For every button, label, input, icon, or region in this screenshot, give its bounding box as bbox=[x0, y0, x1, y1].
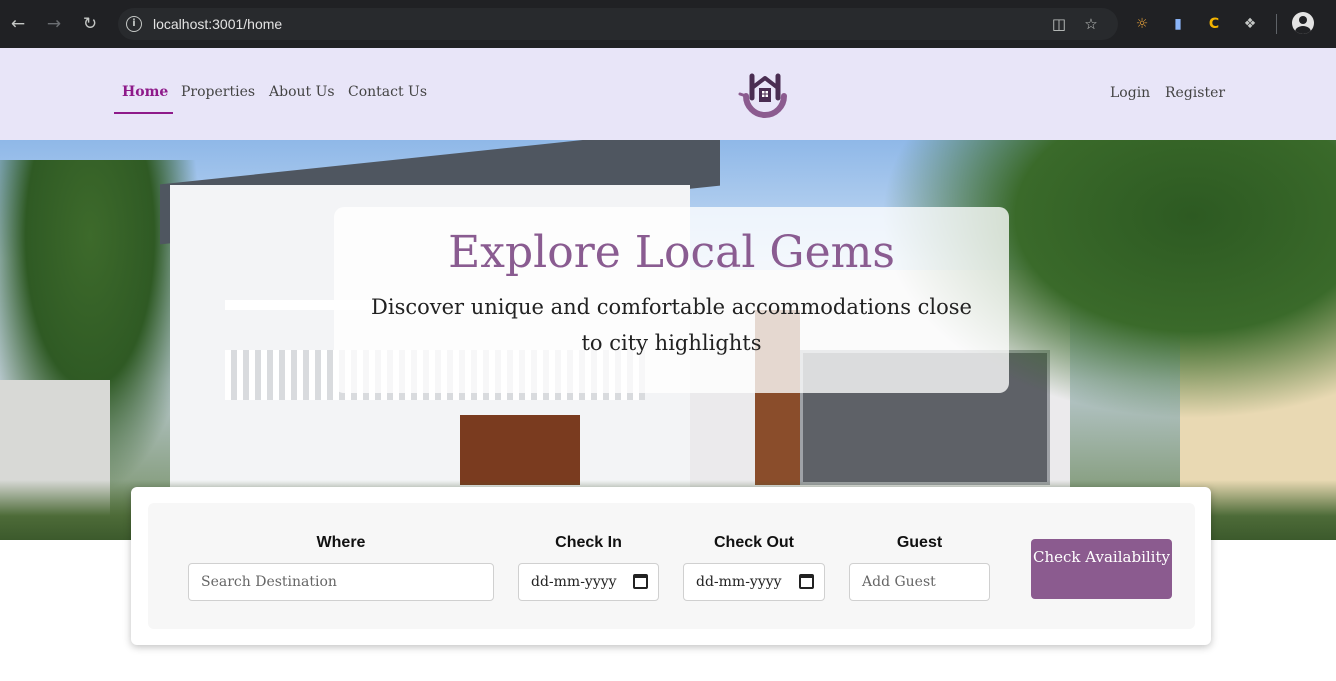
address-bar[interactable]: i localhost:3001/home ◫ ☆ bbox=[118, 8, 1118, 40]
calendar-icon[interactable] bbox=[799, 574, 814, 589]
extensions-puzzle-icon[interactable]: ❖ bbox=[1239, 13, 1261, 35]
nav-home[interactable]: Home bbox=[122, 84, 168, 100]
login-link[interactable]: Login bbox=[1110, 85, 1150, 101]
install-app-icon[interactable]: ◫ bbox=[1048, 13, 1070, 35]
profile-head-shape bbox=[1299, 16, 1307, 24]
site-info-icon[interactable]: i bbox=[126, 16, 142, 32]
profile-torso-shape bbox=[1295, 26, 1311, 34]
back-arrow-icon[interactable]: ← bbox=[6, 12, 30, 36]
bookmark-star-icon[interactable]: ☆ bbox=[1080, 13, 1102, 35]
extension-color-icon[interactable]: C bbox=[1203, 13, 1225, 35]
guest-input[interactable]: Add Guest bbox=[849, 563, 990, 601]
where-label: Where bbox=[316, 534, 366, 551]
hero-front-doors bbox=[460, 415, 580, 485]
nav-contact-us[interactable]: Contact Us bbox=[348, 84, 427, 100]
register-link[interactable]: Register bbox=[1165, 85, 1225, 101]
where-input[interactable]: Search Destination bbox=[188, 563, 494, 601]
hero-text-card: Explore Local Gems Discover unique and c… bbox=[334, 207, 1009, 393]
check-availability-button[interactable]: Check Availability bbox=[1031, 539, 1172, 599]
guest-label: Guest bbox=[896, 534, 943, 551]
url-text[interactable]: localhost:3001/home bbox=[153, 15, 282, 33]
hero-subtitle: Discover unique and comfortable accommod… bbox=[371, 295, 972, 355]
nav-about-us[interactable]: About Us bbox=[269, 84, 335, 100]
checkin-date-input[interactable]: dd-mm-yyyy bbox=[518, 563, 659, 601]
search-form: Where Search Destination Check In dd-mm-… bbox=[148, 503, 1195, 629]
checkin-label: Check In bbox=[555, 534, 622, 551]
hero-banner: Explore Local Gems Discover unique and c… bbox=[0, 140, 1336, 540]
forward-arrow-icon[interactable]: → bbox=[42, 12, 66, 36]
availability-search-panel: Where Search Destination Check In dd-mm-… bbox=[131, 487, 1211, 645]
checkout-label: Check Out bbox=[713, 534, 794, 551]
profile-avatar-icon[interactable] bbox=[1292, 12, 1314, 34]
extension-document-icon[interactable]: ▮ bbox=[1167, 13, 1189, 35]
site-header: Home Properties About Us Contact Us Logi… bbox=[0, 48, 1336, 140]
checkin-value: dd-mm-yyyy bbox=[531, 574, 617, 590]
checkout-value: dd-mm-yyyy bbox=[696, 574, 782, 590]
nav-properties[interactable]: Properties bbox=[181, 84, 255, 100]
checkout-date-input[interactable]: dd-mm-yyyy bbox=[683, 563, 825, 601]
active-nav-underline bbox=[114, 112, 173, 114]
hero-title: Explore Local Gems bbox=[448, 227, 895, 278]
browser-toolbar: ← → ↻ i localhost:3001/home ◫ ☆ ☼ ▮ C ❖ bbox=[0, 0, 1336, 48]
extension-bug-icon[interactable]: ☼ bbox=[1131, 13, 1153, 35]
calendar-icon[interactable] bbox=[633, 574, 648, 589]
toolbar-divider bbox=[1276, 14, 1277, 34]
house-logo-icon[interactable] bbox=[738, 68, 792, 120]
reload-icon[interactable]: ↻ bbox=[78, 12, 102, 36]
